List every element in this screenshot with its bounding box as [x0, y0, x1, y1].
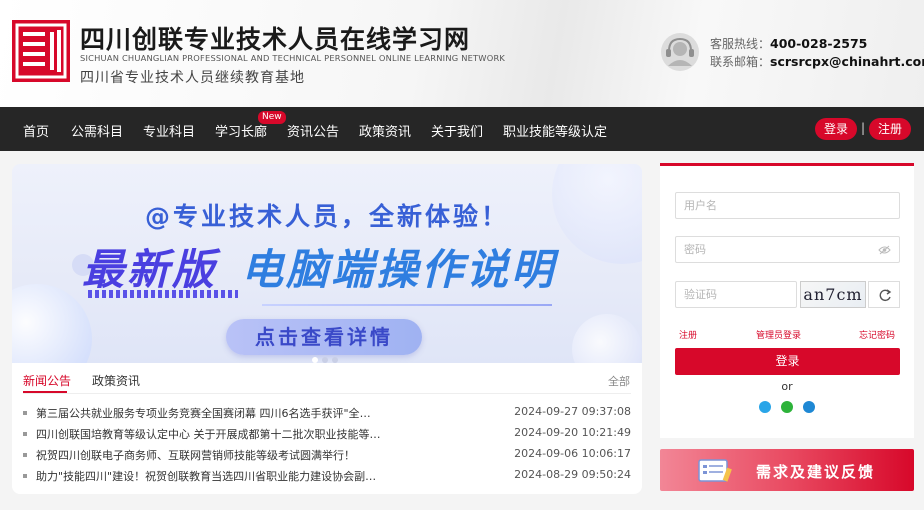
banner-decor-line — [262, 304, 552, 306]
nav-public-courses[interactable]: 公需科目 — [71, 121, 123, 140]
news-bullet — [23, 432, 27, 436]
tab-news-announcements[interactable]: 新闻公告 — [23, 372, 71, 389]
news-date: 2024-09-06 10:06:17 — [514, 447, 631, 460]
banner-title-part1: 最新版 — [82, 245, 218, 294]
captcha-field[interactable] — [675, 281, 797, 308]
email-address[interactable]: scrsrcpx@chinahrt.com — [770, 54, 924, 69]
nav-skill-certification[interactable]: 职业技能等级认定 — [503, 121, 607, 140]
site-subtitle-english: SICHUAN CHUANGLIAN PROFESSIONAL AND TECH… — [80, 53, 506, 63]
email-label: 联系邮箱： — [710, 55, 771, 69]
password-input[interactable] — [676, 237, 899, 262]
news-bullet — [23, 474, 27, 478]
decor-bubble — [12, 284, 92, 363]
news-divider — [23, 393, 631, 394]
decor-bubble — [572, 314, 642, 363]
banner-decor-stripe — [88, 290, 238, 298]
qq-icon[interactable] — [759, 401, 771, 413]
site-header: 四川创联专业技术人员在线学习网 SICHUAN CHUANGLIAN PROFE… — [0, 0, 924, 107]
hotline-label: 客服热线： — [710, 37, 771, 51]
news-item[interactable]: 四川创联国培教育等级认定中心 关于开展成都第十二批次职业技能等级... 2024… — [23, 426, 631, 442]
banner-headline: @专业技术人员，全新体验！ — [144, 202, 509, 231]
weibo-icon[interactable] — [803, 401, 815, 413]
nav-home[interactable]: 首页 — [23, 121, 49, 140]
site-title: 四川创联专业技术人员在线学习网 — [80, 25, 471, 54]
register-link[interactable]: 注册 — [679, 328, 697, 341]
password-field[interactable] — [675, 236, 900, 263]
header-register-button[interactable]: 注册 — [869, 118, 911, 140]
news-bullet — [23, 411, 27, 415]
captcha-image[interactable]: an7cm — [800, 281, 866, 308]
captcha-refresh-button[interactable] — [868, 281, 900, 308]
tab-policy-news[interactable]: 政策资讯 — [92, 372, 140, 389]
main-nav: 首页 公需科目 专业科目 学习长廊 New 资讯公告 政策资讯 关于我们 职业技… — [0, 107, 924, 151]
nav-news-announcements[interactable]: 资讯公告 — [287, 121, 339, 140]
feedback-label: 需求及建议反馈 — [756, 463, 876, 481]
site-subtitle-chinese: 四川省专业技术人员继续教育基地 — [80, 70, 305, 86]
news-item[interactable]: 第三届公共就业服务专项业务竞赛全国赛闭幕 四川6名选手获评"全国十... 202… — [23, 405, 631, 421]
news-more-link[interactable]: 全部 — [608, 373, 630, 389]
login-button[interactable]: 登录 — [675, 348, 900, 375]
contact-email: 联系邮箱：scrsrcpx@chinahrt.com — [710, 53, 924, 70]
news-date: 2024-09-27 09:37:08 — [514, 405, 631, 418]
header-login-button[interactable]: 登录 — [815, 118, 857, 140]
news-item[interactable]: 助力"技能四川"建设！祝贺创联教育当选四川省职业能力建设协会副会... 2024… — [23, 468, 631, 484]
hero-banner[interactable]: @专业技术人员，全新体验！ 最新版 电脑端操作说明 点击查看详情 — [12, 164, 642, 363]
feedback-form-icon — [698, 459, 732, 482]
new-badge: New — [258, 111, 286, 124]
nav-professional-courses[interactable]: 专业科目 — [143, 121, 195, 140]
eye-slash-icon[interactable] — [878, 245, 891, 255]
news-item[interactable]: 祝贺四川创联电子商务师、互联网营销师技能等级考试圆满举行！ 2024-09-06… — [23, 447, 631, 463]
hotline-number: 400-028-2575 — [770, 36, 868, 51]
refresh-icon — [879, 289, 892, 302]
news-title[interactable]: 四川创联国培教育等级认定中心 关于开展成都第十二批次职业技能等级... — [36, 426, 381, 442]
or-divider: or — [781, 380, 793, 393]
customer-service-headset-icon — [661, 33, 699, 71]
nav-policy-news[interactable]: 政策资讯 — [359, 121, 411, 140]
carousel-dots — [312, 348, 342, 363]
nav-learning-gallery[interactable]: 学习长廊 — [215, 121, 267, 140]
forgot-password-link[interactable]: 忘记密码 — [859, 328, 895, 341]
banner-title-part2: 电脑端操作说明 — [241, 245, 557, 294]
news-title[interactable]: 祝贺四川创联电子商务师、互联网营销师技能等级考试圆满举行！ — [36, 447, 381, 463]
username-input[interactable] — [676, 193, 899, 218]
username-field[interactable] — [675, 192, 900, 219]
news-title[interactable]: 第三届公共就业服务专项业务竞赛全国赛闭幕 四川6名选手获评"全国十... — [36, 405, 381, 421]
news-bullet — [23, 453, 27, 457]
nav-about-us[interactable]: 关于我们 — [431, 121, 483, 140]
wechat-icon[interactable] — [781, 401, 793, 413]
news-panel: 新闻公告 政策资讯 全部 第三届公共就业服务专项业务竞赛全国赛闭幕 四川6名选手… — [12, 363, 642, 494]
banner-title: 最新版 电脑端操作说明 — [82, 236, 556, 297]
nav-separator: | — [861, 121, 866, 135]
chuanglian-logo-icon[interactable] — [12, 20, 70, 82]
feedback-banner[interactable]: 需求及建议反馈 — [660, 449, 914, 491]
hotline: 客服热线：400-028-2575 — [710, 35, 867, 52]
news-date: 2024-08-29 09:50:24 — [514, 468, 631, 481]
admin-login-link[interactable]: 管理员登录 — [756, 328, 801, 341]
news-title[interactable]: 助力"技能四川"建设！祝贺创联教育当选四川省职业能力建设协会副会... — [36, 468, 381, 484]
login-panel: an7cm 注册 管理员登录 忘记密码 登录 or — [660, 163, 914, 438]
captcha-input[interactable] — [676, 282, 796, 307]
news-date: 2024-09-20 10:21:49 — [514, 426, 631, 439]
